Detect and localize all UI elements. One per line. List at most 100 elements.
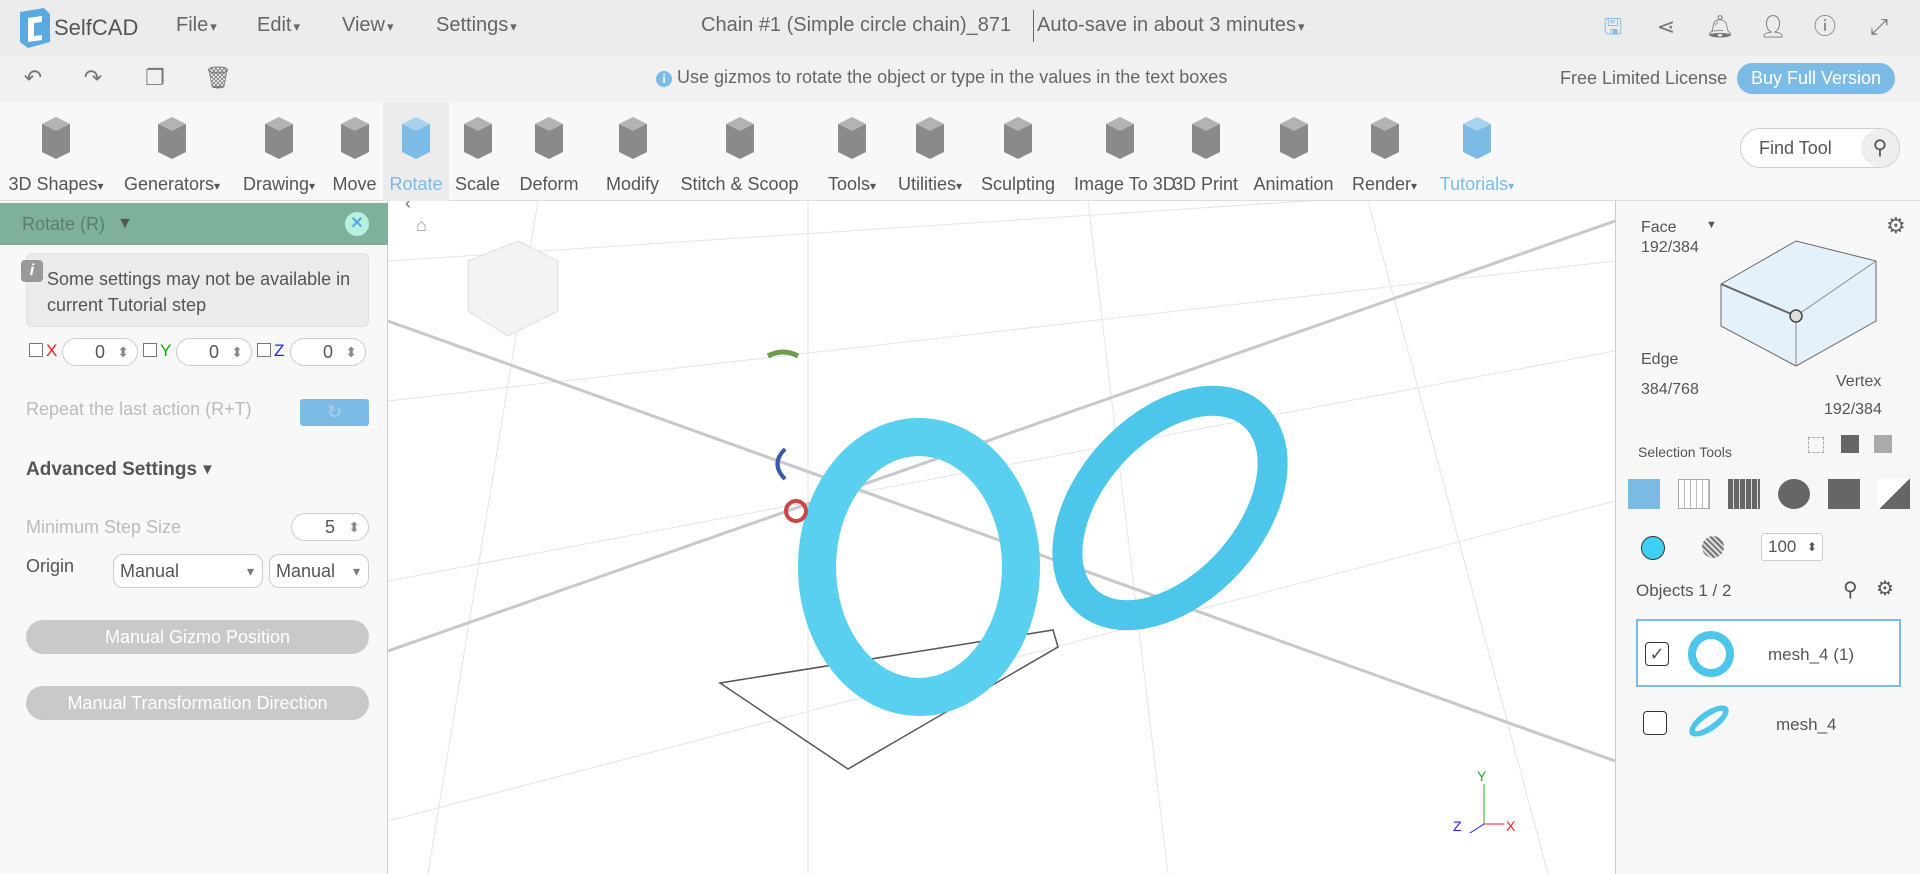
object-name[interactable]: mesh_4 (1776, 715, 1836, 735)
object-name[interactable]: mesh_4 (1) (1768, 645, 1854, 665)
origin-select-2[interactable]: Manual (269, 554, 369, 588)
tool-label: Move (332, 174, 377, 194)
object-thumbnail (1688, 631, 1734, 677)
face-grid-mode-icon[interactable] (1728, 479, 1760, 509)
tool-animation[interactable]: Animation (1245, 102, 1342, 201)
stepper-icon[interactable]: ⬍ (1807, 534, 1817, 560)
object-checkbox[interactable] (1643, 711, 1667, 735)
manual-gizmo-position-button[interactable]: Manual Gizmo Position (26, 620, 369, 654)
wireframe-mode-icon[interactable] (1678, 479, 1710, 509)
tool-deform[interactable]: Deform (506, 102, 592, 201)
material-icon[interactable] (1702, 536, 1724, 558)
deform-icon (527, 114, 571, 160)
z-rotation-input[interactable]: 0 (290, 338, 366, 366)
torus-mesh-4[interactable] (1027, 362, 1313, 655)
view-cube[interactable] (467, 240, 559, 337)
manual-transformation-direction-button[interactable]: Manual Transformation Direction (26, 686, 369, 720)
redo-icon[interactable]: ↷ (80, 65, 106, 91)
caret-down-icon[interactable]: ▼ (200, 461, 215, 478)
x-rotation-input[interactable]: 0 (62, 338, 138, 366)
edge-label[interactable]: Edge (1641, 351, 1678, 369)
z-checkbox[interactable] (257, 343, 271, 357)
logo-icon (20, 8, 50, 48)
tool-utilities[interactable]: Utilities (898, 102, 962, 201)
tool-tools[interactable]: Tools (806, 102, 898, 201)
find-tool-input[interactable]: Find Tool ⚲ (1740, 128, 1900, 168)
edge-count: 384/768 (1641, 381, 1699, 398)
autosave-status[interactable]: Auto-save in about 3 minutes (1037, 14, 1305, 37)
collapse-left-icon[interactable]: ‹ (405, 201, 411, 213)
tool-3d-shapes[interactable]: 3D Shapes (0, 102, 112, 201)
y-rotation-input[interactable]: 0 (176, 338, 252, 366)
menu-file[interactable]: File (176, 14, 217, 37)
select-through-icon[interactable] (1874, 435, 1892, 453)
sculpting-icon (996, 114, 1040, 160)
tools-icon (830, 114, 874, 160)
solid-mode-icon[interactable] (1828, 479, 1860, 509)
advanced-settings-toggle[interactable]: Advanced Settings (26, 459, 197, 481)
x-checkbox[interactable] (29, 343, 43, 357)
plane-mode-icon[interactable] (1878, 479, 1910, 509)
user-icon[interactable]: 👤︎ (1759, 14, 1787, 40)
tool-scale[interactable]: Scale (449, 102, 506, 201)
caret-down-icon[interactable]: ▼ (1706, 219, 1717, 231)
tool-rotate[interactable]: Rotate (383, 102, 449, 201)
sphere-mode-icon[interactable] (1778, 479, 1810, 509)
home-icon[interactable]: ⌂ (416, 215, 427, 235)
search-icon[interactable]: ⚲ (1843, 577, 1858, 602)
min-step-input[interactable]: 5 (291, 513, 369, 541)
tool-generators[interactable]: Generators (112, 102, 232, 201)
tool-label: 3D Shapes (0, 174, 112, 195)
info-icon[interactable]: ⓘ (1812, 14, 1838, 40)
menu-edit[interactable]: Edit (257, 14, 300, 37)
close-icon[interactable]: ✕ (345, 212, 369, 236)
object-list-item[interactable]: ✓ mesh_4 (1) (1636, 619, 1901, 687)
menu-settings[interactable]: Settings (436, 14, 517, 37)
tool-modify[interactable]: Modify (592, 102, 673, 201)
torus-mesh-4-1[interactable] (798, 418, 1040, 716)
undo-icon[interactable]: ↶ (20, 65, 46, 91)
y-checkbox[interactable] (143, 343, 157, 357)
tool-stitch-scoop[interactable]: Stitch & Scoop (673, 102, 806, 201)
select-visible-icon[interactable] (1841, 435, 1859, 453)
tool-move[interactable]: Move (326, 102, 383, 201)
object-list-item[interactable]: mesh_4 (1636, 691, 1901, 759)
generators-icon (150, 114, 194, 160)
gear-icon[interactable]: ⚙ (1886, 213, 1906, 239)
bell-icon[interactable]: 🔔︎ (1706, 14, 1734, 40)
trash-icon[interactable]: 🗑︎ (204, 65, 232, 91)
search-icon[interactable]: ⚲ (1861, 129, 1899, 167)
selfcad-logo[interactable]: SelfCAD (18, 8, 138, 48)
3d-viewport[interactable]: ⌂ ‹ Y X Z (388, 201, 1615, 874)
rotate-gizmo-y[interactable] (766, 349, 800, 359)
face-mode-select[interactable]: Face (1641, 219, 1677, 237)
color-swatch[interactable] (1641, 536, 1665, 560)
selection-mode-cube[interactable] (1706, 236, 1886, 371)
scene-canvas[interactable]: ⌂ ‹ Y X Z (388, 201, 1615, 874)
opacity-input[interactable]: 100 ⬍ (1761, 533, 1823, 561)
stitch-scoop-icon (718, 114, 762, 160)
share-icon[interactable]: ⋖ (1653, 14, 1679, 40)
vertex-label[interactable]: Vertex (1836, 373, 1881, 391)
tool-tutorials[interactable]: Tutorials (1427, 102, 1527, 201)
object-checkbox-checked[interactable]: ✓ (1645, 642, 1669, 666)
object-mode-icon[interactable] (1628, 479, 1660, 509)
save-icon[interactable]: 🖫 (1600, 14, 1626, 40)
box-select-icon[interactable] (1808, 437, 1824, 453)
repeat-button[interactable]: ↻ (300, 399, 369, 426)
tool-drawing[interactable]: Drawing (232, 102, 326, 201)
fullscreen-icon[interactable]: ⤢ (1866, 14, 1892, 40)
tool-3d-print[interactable]: 3D Print (1166, 102, 1245, 201)
tool-label: Drawing (232, 174, 326, 195)
menu-view[interactable]: View (342, 14, 394, 37)
tool-image-to-3d[interactable]: Image To 3D (1074, 102, 1176, 201)
origin-select-1[interactable]: Manual (113, 554, 263, 588)
object-thumbnail (1684, 699, 1734, 743)
gear-icon[interactable]: ⚙ (1876, 576, 1894, 601)
tool-sculpting[interactable]: Sculpting (962, 102, 1074, 201)
buy-full-version-button[interactable]: Buy Full Version (1737, 63, 1895, 94)
collapse-arrow-icon[interactable]: ▼ (117, 215, 133, 233)
tool-render[interactable]: Render (1342, 102, 1427, 201)
project-title[interactable]: Chain #1 (Simple circle chain)_871 (701, 14, 1011, 37)
copy-icon[interactable]: ❐ (142, 65, 168, 91)
